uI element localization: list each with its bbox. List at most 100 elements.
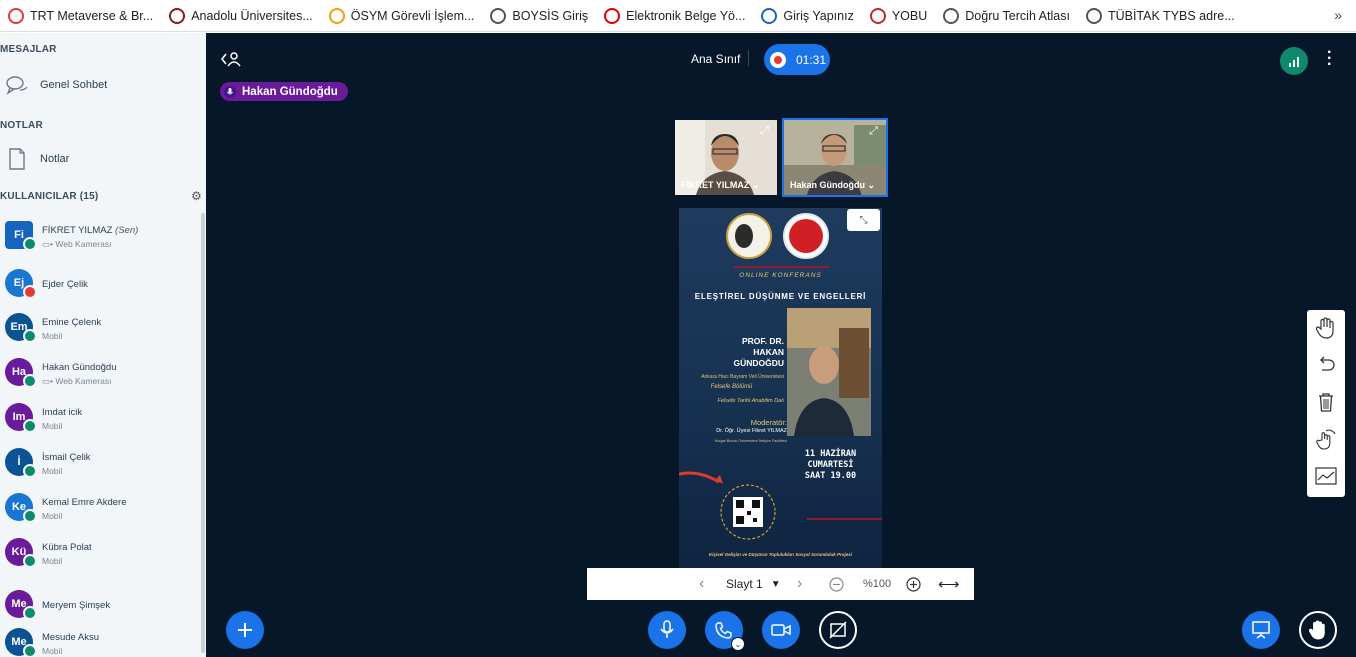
headphones-icon (23, 329, 37, 343)
notes-item[interactable]: Notlar (0, 141, 206, 177)
slide-moderator-label: Moderatör: (750, 418, 787, 427)
slide-heading2: ELEŞTİREL DÜŞÜNME VE ENGELLERİ (694, 292, 867, 301)
bookmark-label: Giriş Yapınız (783, 8, 854, 23)
zoom-level: %100 (863, 578, 892, 590)
hand-tool-icon[interactable] (1307, 310, 1345, 346)
mic-muted-icon (23, 285, 37, 299)
audio-button[interactable]: ⌄ (705, 611, 745, 651)
bookmark-item[interactable]: Giriş Yapınız (761, 7, 854, 24)
bookmark-label: Anadolu Üniversites... (191, 8, 313, 23)
webcam-name[interactable]: Hakan Gündoğdu ⌄ (790, 180, 875, 191)
recording-time: 01:31 (796, 52, 827, 67)
user-device: Mobil (42, 466, 63, 476)
whiteboard-toolbar (1307, 310, 1345, 497)
notes-label: Notlar (40, 153, 70, 165)
gear-icon[interactable]: ⚙ (191, 189, 202, 203)
headphones-icon (23, 419, 37, 433)
bookmark-item[interactable]: TÜBİTAK TYBS adre... (1085, 7, 1235, 24)
camera-icon (771, 624, 791, 636)
user-name: Mesude Aksu (42, 632, 100, 643)
raise-hand-button[interactable] (1299, 611, 1337, 649)
chevron-down-icon[interactable]: ⌄ (731, 637, 745, 651)
bookmark-item[interactable]: ÖSYM Görevli İşlem... (328, 7, 474, 24)
connection-status-icon[interactable] (1280, 47, 1308, 75)
bookmarks-bar: TRT Metaverse & Br... Anadolu Üniversites… (0, 0, 1356, 32)
zoom-in-button[interactable] (906, 568, 921, 600)
slide-subdept: Felsefe Tarihi Anabilim Dalı (717, 398, 784, 404)
zoom-out-button[interactable] (829, 568, 844, 600)
slide-fullscreen-icon[interactable]: ⤡ (847, 209, 880, 231)
next-slide-button[interactable]: › (797, 568, 802, 600)
globe-icon (943, 7, 960, 24)
public-chat-label: Genel Sohbet (40, 79, 108, 91)
headphones-icon (23, 554, 37, 568)
user-name: Kübra Polat (42, 542, 92, 553)
multi-user-pointer-icon[interactable] (1307, 421, 1345, 457)
slide-speaker-title: PROF. DR. (741, 336, 784, 346)
user-name: Kemal Emre Akdere (42, 497, 127, 508)
minus-circle-icon (829, 576, 844, 592)
mute-button[interactable] (648, 611, 686, 649)
screenshare-button[interactable] (819, 611, 857, 649)
webcam-button[interactable] (762, 611, 800, 649)
user-list-scrollbar[interactable] (201, 213, 205, 653)
user-list-item[interactable]: Im Imdat icik Mobil (0, 403, 200, 447)
bookmark-item[interactable]: Anadolu Üniversites... (169, 7, 313, 24)
user-list-item[interactable]: Kü Kübra Polat Mobil (0, 538, 200, 582)
bookmark-item[interactable]: Doğru Tercih Atlası (943, 7, 1070, 24)
users-section-title: KULLANICILAR (15) (0, 191, 99, 202)
user-device: Mobil (42, 511, 63, 521)
fullscreen-icon[interactable]: ⤢ (865, 123, 882, 140)
globe-icon (490, 7, 507, 24)
user-list-item[interactable]: İ İsmail Çelik Mobil (0, 448, 200, 492)
webcam-name[interactable]: FİKRET YILMAZ ⌄ (681, 180, 759, 191)
talking-indicator[interactable]: Hakan Gündoğdu (220, 82, 348, 101)
bookmark-item[interactable]: BOYSİS Giriş (490, 7, 588, 24)
bookmarks-more-button[interactable]: » (1334, 7, 1342, 23)
bookmark-item[interactable]: YOBU (869, 7, 927, 24)
fit-width-button[interactable]: ⟷ (938, 568, 960, 600)
options-menu-icon[interactable]: · · · (1327, 45, 1332, 73)
user-name: Hakan Gündoğdu (42, 362, 117, 373)
slide-controls: ‹ Slayt 1 ▼ › %100 ⟷ (587, 568, 974, 600)
user-device: Mobil (42, 556, 63, 566)
trash-icon[interactable] (1307, 384, 1345, 420)
slide-date2: CUMARTESİ (807, 460, 854, 470)
chart-tool-icon[interactable] (1307, 458, 1345, 494)
user-list-item[interactable]: Ke Kemal Emre Akdere Mobil (0, 493, 200, 537)
user-name: FİKRET YILMAZ (Sen) (42, 225, 139, 236)
recording-indicator[interactable]: 01:31 (764, 44, 830, 75)
presentation-slide[interactable]: ONLINE KONFERANS ELEŞTİREL DÜŞÜNME VE EN… (679, 208, 882, 568)
yobu-icon (869, 7, 886, 24)
webcam-fikret[interactable]: FİKRET YILMAZ ⌄ ⤢ (673, 118, 779, 197)
microphone-icon (660, 620, 674, 638)
slide-date1: 11 HAZİRAN (804, 449, 857, 459)
bookmark-item[interactable]: Elektronik Belge Yö... (604, 7, 745, 24)
user-list-item[interactable]: Ej Ejder Çelik (0, 269, 200, 313)
phone-icon (715, 622, 732, 639)
slide-speaker-first: HAKAN (753, 347, 784, 357)
actions-button[interactable] (226, 611, 264, 649)
talking-name: Hakan Gündoğdu (242, 85, 338, 98)
headphones-icon (23, 509, 37, 523)
user-list-item[interactable]: Fi FİKRET YILMAZ (Sen) ▭• Web Kamerası (0, 221, 200, 265)
bookmark-item[interactable]: TRT Metaverse & Br... (8, 7, 154, 24)
note-icon (6, 148, 28, 170)
user-list-item[interactable]: Ha Hakan Gündoğdu ▭• Web Kamerası (0, 358, 200, 402)
webcam-hakan[interactable]: Hakan Gündoğdu ⌄ ⤢ (782, 118, 888, 197)
bookmark-label: TRT Metaverse & Br... (30, 8, 154, 23)
user-name: Emine Çelenk (42, 317, 102, 328)
undo-icon[interactable] (1307, 347, 1345, 383)
plus-circle-icon (906, 576, 921, 592)
public-chat-item[interactable]: Genel Sohbet (0, 67, 206, 103)
fullscreen-icon[interactable]: ⤢ (756, 123, 773, 140)
user-device: ▭• Web Kamerası (42, 239, 112, 249)
presentation-toggle-button[interactable] (1242, 611, 1280, 649)
toggle-userlist-button[interactable] (220, 51, 242, 70)
user-list-item[interactable]: Me Mesude Aksu Mobil (0, 628, 200, 657)
sidebar: MESAJLAR Genel Sohbet NOTLAR Notlar KULL… (0, 33, 206, 657)
prev-slide-button[interactable]: ‹ (699, 568, 704, 600)
chevron-down-icon: ▼ (770, 578, 781, 590)
slide-selector[interactable]: Slayt 1 ▼ (726, 568, 781, 600)
user-list-item[interactable]: Em Emine Çelenk Mobil (0, 313, 200, 357)
